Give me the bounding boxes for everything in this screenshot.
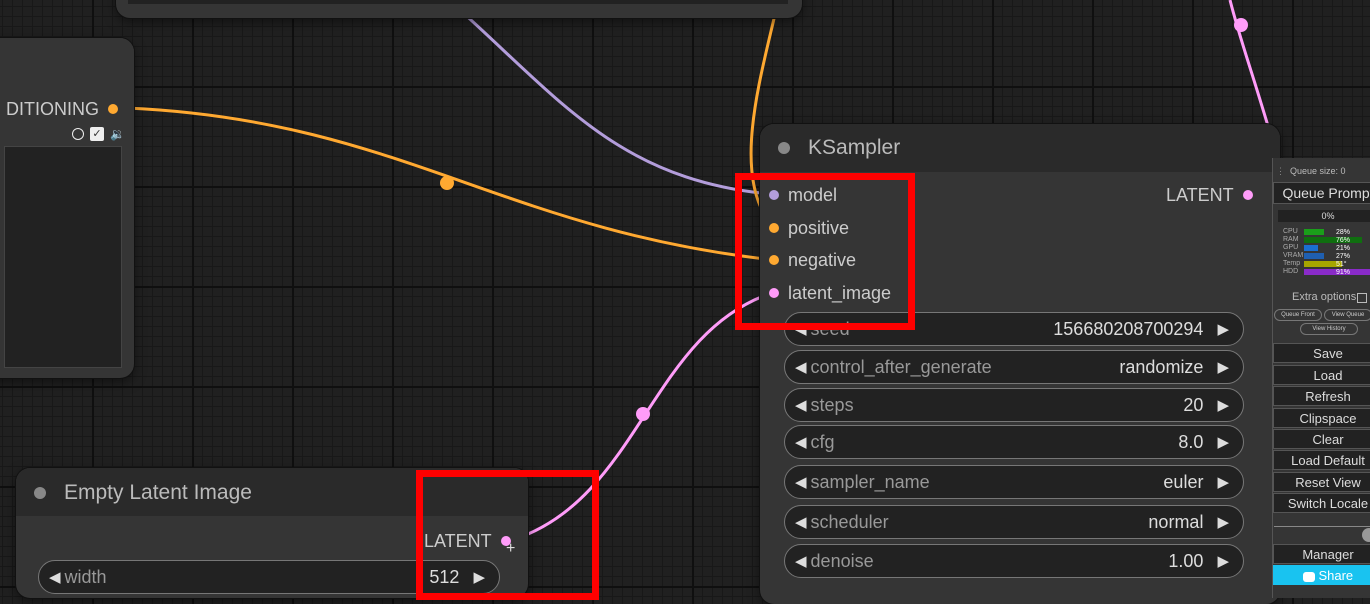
- control-after-generate-value: randomize: [1119, 356, 1204, 377]
- temp-label: Temp: [1283, 260, 1301, 267]
- ksampler-output-label: LATENT: [1166, 184, 1234, 205]
- load-default-button[interactable]: Load Default: [1273, 450, 1370, 470]
- switch-locale-button[interactable]: Switch Locale: [1273, 493, 1370, 513]
- temp-percent: 51°: [1336, 261, 1347, 268]
- sampler-name-label: sampler_name: [810, 471, 930, 492]
- increment-arrow-icon[interactable]: ▶: [1217, 552, 1229, 570]
- scheduler-widget[interactable]: ◀ scheduler normal ▶: [784, 505, 1244, 539]
- share-button[interactable]: Share: [1273, 565, 1370, 585]
- checkbox-checked-icon[interactable]: ✓: [90, 127, 104, 141]
- vram-bar: [1304, 253, 1324, 259]
- ksampler-title: KSampler: [808, 136, 901, 159]
- conditioning-output-slot[interactable]: DITIONING: [6, 98, 118, 120]
- ram-percent: 76%: [1336, 237, 1351, 244]
- control-after-generate-widget[interactable]: ◀ control_after_generate randomize ▶: [784, 350, 1244, 384]
- negative-link-midpoint: [440, 176, 454, 190]
- empty-latent-collapse-dot[interactable]: [34, 487, 46, 499]
- steps-label: steps: [810, 394, 854, 415]
- progress-bar: 0%: [1278, 210, 1370, 222]
- highlight-box-inputs: [735, 173, 915, 330]
- clear-button[interactable]: Clear: [1273, 429, 1370, 449]
- clipspace-button[interactable]: Clipspace: [1273, 408, 1370, 428]
- scheduler-value: normal: [1148, 511, 1204, 532]
- conditioning-text-area[interactable]: [4, 146, 122, 368]
- steps-value: 20: [1183, 394, 1204, 415]
- increment-arrow-icon[interactable]: ▶: [1217, 433, 1229, 451]
- decrement-arrow-icon[interactable]: ◀: [795, 473, 807, 491]
- increment-arrow-icon[interactable]: ▶: [1217, 473, 1229, 491]
- queue-front-button[interactable]: Queue Front: [1274, 309, 1322, 321]
- hdd-percent: 91%: [1336, 269, 1351, 276]
- top-node-inner: [128, 0, 788, 4]
- sampler-name-value: euler: [1163, 471, 1204, 492]
- decrement-arrow-icon[interactable]: ◀: [795, 552, 807, 570]
- control-after-generate-label: control_after_generate: [810, 356, 992, 377]
- queue-prompt-button[interactable]: Queue Prompt: [1273, 182, 1370, 204]
- cpu-label: CPU: [1283, 228, 1298, 235]
- conditioning-output-label: DITIONING: [6, 98, 99, 119]
- ram-bar: [1304, 237, 1362, 243]
- manager-button[interactable]: Manager: [1273, 544, 1370, 564]
- close-icon[interactable]: [1362, 528, 1370, 542]
- empty-latent-title: Empty Latent Image: [64, 481, 252, 504]
- increment-arrow-icon[interactable]: ▶: [1217, 396, 1229, 414]
- cpu-percent: 28%: [1336, 229, 1351, 236]
- drag-handle-icon[interactable]: ⋮: [1276, 166, 1285, 177]
- load-button[interactable]: Load: [1273, 365, 1370, 385]
- decrement-arrow-icon[interactable]: ◀: [795, 433, 807, 451]
- seed-value: 156680208700294: [1053, 318, 1204, 339]
- vram-label: VRAM: [1283, 252, 1304, 259]
- extra-options-checkbox[interactable]: [1357, 293, 1367, 303]
- gpu-bar: [1304, 245, 1318, 251]
- conditioning-node-header: [0, 38, 134, 88]
- decrement-arrow-icon[interactable]: ◀: [795, 358, 807, 376]
- share-icon: [1302, 571, 1315, 582]
- denoise-widget[interactable]: ◀ denoise 1.00 ▶: [784, 544, 1244, 578]
- steps-widget[interactable]: ◀ steps 20 ▶: [784, 388, 1244, 422]
- ksampler-output-dot[interactable]: [1242, 190, 1253, 200]
- cpu-bar: [1304, 229, 1324, 235]
- sampler-name-widget[interactable]: ◀ sampler_name euler ▶: [784, 465, 1244, 499]
- gpu-percent: 21%: [1336, 245, 1351, 252]
- view-queue-button[interactable]: View Queue: [1324, 309, 1370, 321]
- ram-label: RAM: [1283, 236, 1299, 243]
- ksampler-output-slot[interactable]: LATENT: [1166, 184, 1253, 206]
- decrement-arrow-icon[interactable]: ◀: [795, 396, 807, 414]
- conditioning-output-dot[interactable]: [108, 104, 118, 114]
- top-node-fragment[interactable]: [116, 0, 802, 18]
- progress-label: 0%: [1321, 211, 1335, 221]
- conditioning-node[interactable]: [0, 38, 134, 378]
- cfg-value: 8.0: [1178, 431, 1204, 452]
- cfg-label: cfg: [810, 431, 835, 452]
- refresh-button[interactable]: Refresh: [1273, 386, 1370, 406]
- denoise-label: denoise: [810, 550, 874, 571]
- increment-arrow-icon[interactable]: ▶: [1217, 320, 1229, 338]
- save-button[interactable]: Save: [1273, 343, 1370, 363]
- highlight-box-latent-output: [416, 470, 599, 600]
- width-label: width: [64, 566, 107, 587]
- ksampler-collapse-dot[interactable]: [778, 142, 790, 154]
- speaker-icon[interactable]: 🔉: [110, 127, 125, 141]
- hdd-label: HDD: [1283, 268, 1299, 275]
- increment-arrow-icon[interactable]: ▶: [1217, 513, 1229, 531]
- extra-options-label: Extra options: [1292, 291, 1357, 303]
- denoise-value: 1.00: [1168, 550, 1204, 571]
- queue-size-label: Queue size: 0: [1290, 166, 1346, 176]
- gpu-label: GPU: [1283, 244, 1299, 251]
- vram-percent: 27%: [1336, 253, 1351, 260]
- reset-view-button[interactable]: Reset View: [1273, 472, 1370, 492]
- share-label: Share: [1318, 568, 1354, 583]
- decrement-arrow-icon[interactable]: ◀: [795, 513, 807, 531]
- decrement-arrow-icon[interactable]: ◀: [49, 568, 61, 586]
- circle-outline-icon[interactable]: [72, 128, 84, 140]
- increment-arrow-icon[interactable]: ▶: [1217, 358, 1229, 376]
- cfg-widget[interactable]: ◀ cfg 8.0 ▶: [784, 425, 1244, 459]
- conditioning-toolbar: ✓ 🔉: [72, 127, 125, 141]
- latent-link-midpoint: [636, 407, 650, 421]
- scheduler-label: scheduler: [810, 511, 889, 532]
- model-link: [458, 8, 771, 196]
- output-link-midpoint: [1234, 18, 1248, 32]
- panel-divider: [1274, 526, 1370, 527]
- view-history-button[interactable]: View History: [1300, 323, 1358, 335]
